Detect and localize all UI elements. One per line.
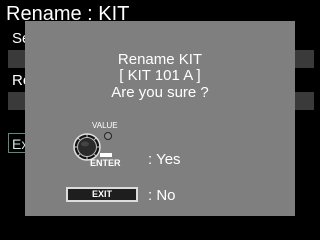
value-label: VALUE [92, 121, 118, 130]
rename-confirm-dialog: Rename KIT [ KIT 101 A ] Are you sure ? … [25, 21, 295, 216]
exit-button[interactable]: EXIT [66, 187, 138, 202]
enter-label: ENTER [90, 158, 121, 168]
confirm-question: Are you sure ? [111, 84, 209, 101]
kit-name: [ KIT 101 A ] [119, 67, 201, 84]
no-label: : No [148, 187, 176, 204]
dialog-title: Rename KIT [117, 51, 203, 68]
enter-key-icon[interactable] [100, 153, 112, 157]
value-led-icon [104, 132, 112, 140]
value-dial-icon[interactable] [73, 133, 101, 161]
yes-label: : Yes [148, 151, 181, 168]
